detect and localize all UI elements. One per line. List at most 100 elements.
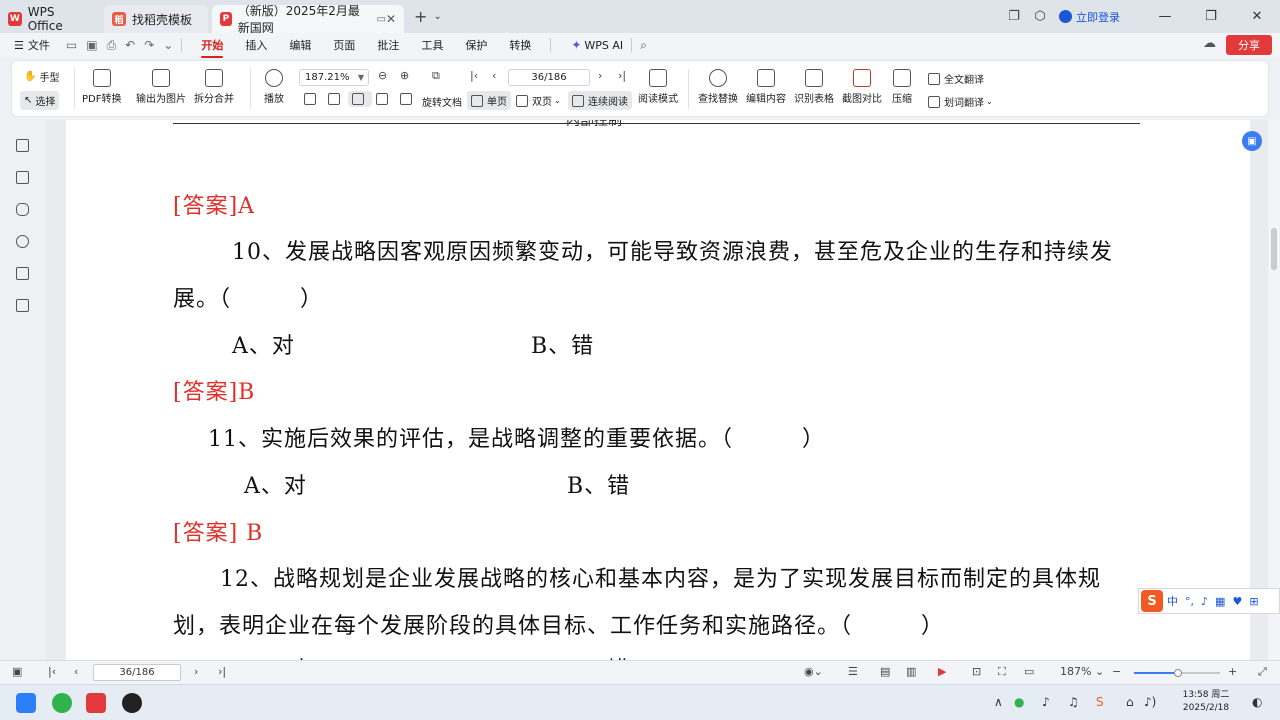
tab-template[interactable]: 稻 找稻壳模板 bbox=[104, 5, 208, 33]
hand-tool[interactable]: ✋ 手型 bbox=[24, 69, 59, 84]
menu-protect[interactable]: 保护 bbox=[465, 37, 487, 53]
split-merge-button[interactable]: 拆分合并 bbox=[194, 69, 234, 105]
fit-height-icon[interactable]: ▭ bbox=[1024, 665, 1034, 678]
zoom-select[interactable]: 187.21% ▼ bbox=[299, 69, 369, 86]
fit-height-icon[interactable] bbox=[348, 91, 372, 107]
more-chevron-icon[interactable]: ⌄ bbox=[163, 38, 173, 52]
speaker-settings-icon[interactable]: ♫ bbox=[1068, 695, 1079, 709]
ime-language[interactable]: 中 bbox=[1167, 593, 1178, 609]
edit-content-button[interactable]: 编辑内容 bbox=[746, 69, 786, 105]
signature-icon[interactable] bbox=[16, 267, 29, 280]
menu-page[interactable]: 页面 bbox=[333, 37, 355, 53]
reading-mode-button[interactable]: 阅读模式 bbox=[638, 69, 678, 105]
menu-comment[interactable]: 批注 bbox=[377, 37, 399, 53]
ime-tray-icon[interactable]: S bbox=[1096, 695, 1104, 709]
save-icon[interactable]: ▣ bbox=[86, 38, 97, 52]
cube-icon[interactable]: ⬡ bbox=[1027, 9, 1053, 24]
select-tool[interactable]: ↖ 选择 bbox=[20, 91, 60, 110]
notification-icon[interactable]: ◐ bbox=[1252, 695, 1262, 709]
obs-icon[interactable] bbox=[122, 693, 142, 713]
restore-button[interactable]: ❐ bbox=[1188, 9, 1234, 24]
rotate-document-button[interactable]: 旋转文档 bbox=[422, 94, 462, 109]
network-icon[interactable]: ⌂ bbox=[1126, 695, 1134, 709]
volume-icon[interactable]: ♪) bbox=[1144, 695, 1156, 709]
fit-icon[interactable]: ⊡ bbox=[972, 665, 981, 678]
prev-page-icon[interactable]: ‹ bbox=[492, 69, 496, 82]
thumbnail-icon[interactable] bbox=[16, 171, 29, 184]
redo-icon[interactable]: ↷ bbox=[144, 38, 154, 52]
zoom-in-icon[interactable]: + bbox=[1228, 665, 1237, 678]
expand-icon[interactable]: ⤢ bbox=[1258, 665, 1267, 679]
punctuation-icon[interactable]: °, bbox=[1185, 595, 1194, 608]
bookmark-icon[interactable] bbox=[16, 139, 29, 152]
windows-start-icon[interactable] bbox=[16, 693, 36, 713]
double-view-icon[interactable]: ▥ bbox=[906, 665, 916, 678]
tab-wps-office[interactable]: W WPS Office bbox=[0, 5, 100, 33]
cloud-upload-icon[interactable]: ☁ bbox=[1203, 36, 1216, 51]
continuous-view-icon[interactable]: ☰ bbox=[848, 665, 858, 678]
login-button[interactable]: 立即登录 bbox=[1059, 9, 1120, 25]
floating-assistant-icon[interactable]: ▣ bbox=[1242, 131, 1262, 151]
undo-icon[interactable]: ↶ bbox=[125, 38, 135, 52]
share-button[interactable]: 分享 bbox=[1226, 35, 1272, 55]
full-translate-button[interactable]: 全文翻译 bbox=[928, 71, 984, 86]
menu-start[interactable]: 开始 bbox=[201, 37, 224, 58]
rotate-right-icon[interactable] bbox=[400, 93, 416, 105]
zoom-slider-knob[interactable] bbox=[1174, 669, 1182, 677]
minimize-button[interactable]: — bbox=[1142, 9, 1188, 24]
taskbar-clock[interactable]: 13:58 周二 2025/2/18 bbox=[1170, 689, 1242, 715]
menu-edit[interactable]: 编辑 bbox=[289, 37, 311, 53]
fullscreen-icon[interactable]: ⛶ bbox=[998, 665, 1006, 679]
eye-icon[interactable]: ◉⌄ bbox=[804, 665, 823, 678]
browser-icon[interactable] bbox=[52, 693, 72, 713]
zoom-slider[interactable] bbox=[1134, 669, 1220, 677]
tab-document[interactable]: P （新版）2025年2月最新国网 ▭ ✕ bbox=[212, 4, 404, 35]
print-icon[interactable]: ⎙ bbox=[107, 38, 117, 53]
vertical-scrollbar[interactable] bbox=[1268, 120, 1280, 660]
tab-list-chevron-icon[interactable]: ⌄ bbox=[433, 11, 441, 22]
close-tab-icon[interactable]: ✕ bbox=[386, 12, 396, 26]
menu-tools[interactable]: 工具 bbox=[421, 37, 443, 53]
close-window-button[interactable]: ✕ bbox=[1234, 9, 1280, 24]
actual-size-icon[interactable] bbox=[304, 93, 320, 105]
last-page-icon[interactable]: ›| bbox=[218, 665, 226, 678]
double-page-button[interactable]: 双页 ⌄ bbox=[516, 93, 561, 108]
word-translate-button[interactable]: 划词翻译 ⌄ bbox=[928, 94, 993, 109]
status-zoom[interactable]: 187% ⌄ bbox=[1060, 665, 1104, 678]
document-viewport[interactable]: 内部控制 [答案]A 10、发展战略因客观原因频繁变动，可能导致资源浪费，甚至危… bbox=[46, 120, 1268, 660]
open-folder-icon[interactable]: ▭ bbox=[66, 38, 77, 52]
menu-convert[interactable]: 转换 bbox=[509, 37, 531, 53]
status-page-input[interactable]: 36/186 bbox=[93, 664, 181, 681]
grid-icon[interactable]: ⊞ bbox=[1249, 595, 1258, 608]
layers-icon[interactable] bbox=[16, 299, 29, 312]
file-menu[interactable]: ☰ 文件 bbox=[14, 37, 50, 53]
single-page-button[interactable]: 单页 bbox=[467, 91, 511, 110]
rotate-left-icon[interactable] bbox=[376, 93, 392, 105]
recognize-table-button[interactable]: 识别表格 bbox=[794, 69, 834, 105]
skin-icon[interactable]: ♥ bbox=[1232, 595, 1242, 608]
sidebar-toggle-icon[interactable]: ▣ bbox=[12, 665, 22, 678]
tray-expand-icon[interactable]: ∧ bbox=[994, 695, 1003, 709]
compress-button[interactable]: 压缩 bbox=[892, 69, 912, 105]
wps-taskbar-icon[interactable] bbox=[86, 693, 106, 713]
microphone-icon[interactable]: ♪ bbox=[1201, 595, 1208, 608]
single-view-icon[interactable]: ▤ bbox=[880, 665, 890, 678]
comment-icon[interactable] bbox=[16, 203, 29, 216]
page-number-input[interactable]: 36/186 bbox=[508, 69, 590, 86]
zoom-out-icon[interactable]: − bbox=[1112, 665, 1121, 678]
next-page-icon[interactable]: › bbox=[598, 69, 602, 82]
mic-tray-icon[interactable]: ♪ bbox=[1042, 695, 1050, 709]
search-icon[interactable]: ⌕ bbox=[640, 38, 647, 53]
ime-toolbar[interactable]: S 中 °, ♪ ▦ ♥ ⊞ bbox=[1138, 588, 1280, 614]
screen-icon[interactable]: ▭ bbox=[376, 14, 385, 25]
scrollbar-thumb[interactable] bbox=[1271, 228, 1277, 270]
last-page-icon[interactable]: ›| bbox=[618, 69, 626, 82]
zoom-in-icon[interactable]: ⊕ bbox=[400, 69, 409, 82]
fit-width-icon[interactable] bbox=[328, 93, 344, 105]
pdf-convert-button[interactable]: PDF转换 bbox=[82, 69, 121, 105]
find-replace-button[interactable]: 查找替换 bbox=[698, 69, 738, 105]
wechat-icon[interactable]: ● bbox=[1014, 695, 1024, 709]
fit-page-icon[interactable]: ⧉ bbox=[432, 69, 440, 83]
first-page-icon[interactable]: |‹ bbox=[470, 69, 478, 82]
attachment-icon[interactable] bbox=[16, 235, 29, 248]
